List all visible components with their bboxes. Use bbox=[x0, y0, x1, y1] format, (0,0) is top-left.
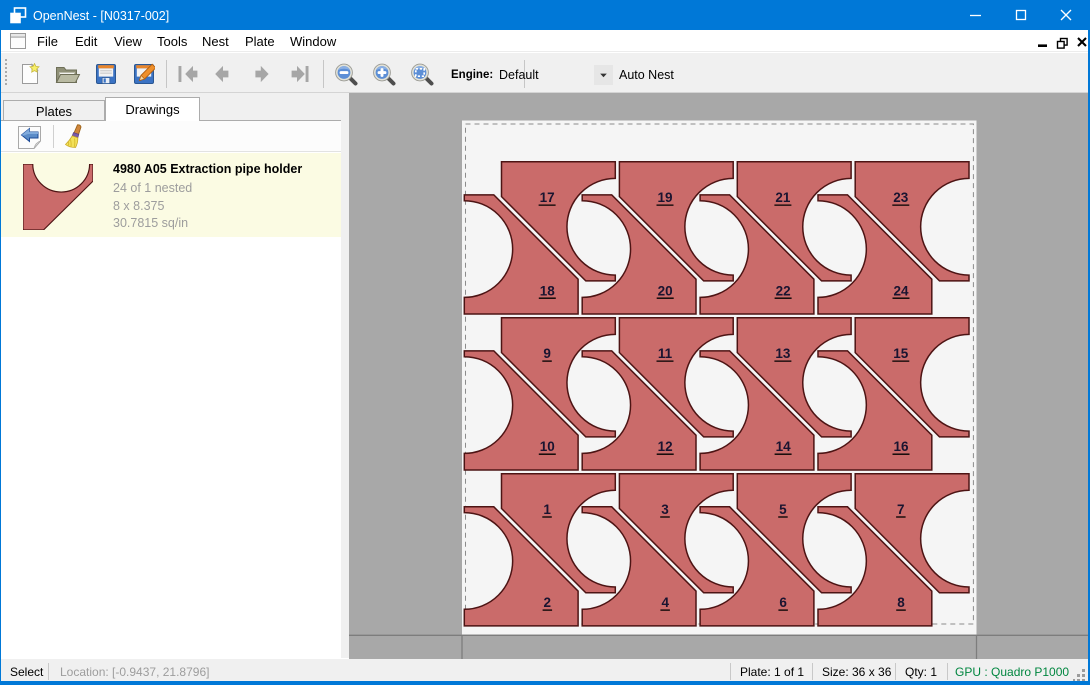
svg-text:23: 23 bbox=[893, 190, 909, 205]
svg-text:2: 2 bbox=[544, 595, 552, 610]
svg-text:21: 21 bbox=[775, 190, 791, 205]
svg-text:22: 22 bbox=[776, 283, 791, 298]
svg-text:10: 10 bbox=[540, 439, 555, 454]
svg-text:18: 18 bbox=[540, 283, 556, 298]
svg-text:12: 12 bbox=[658, 439, 673, 454]
svg-text:13: 13 bbox=[775, 346, 791, 361]
svg-text:9: 9 bbox=[543, 346, 551, 361]
svg-text:8: 8 bbox=[897, 595, 905, 610]
svg-text:4: 4 bbox=[661, 595, 669, 610]
svg-text:17: 17 bbox=[540, 190, 555, 205]
svg-text:16: 16 bbox=[893, 439, 909, 454]
svg-text:14: 14 bbox=[776, 439, 792, 454]
svg-text:7: 7 bbox=[897, 502, 905, 517]
svg-text:19: 19 bbox=[657, 190, 672, 205]
svg-text:3: 3 bbox=[661, 502, 669, 517]
svg-text:6: 6 bbox=[779, 595, 787, 610]
svg-text:20: 20 bbox=[658, 283, 673, 298]
svg-text:15: 15 bbox=[893, 346, 909, 361]
svg-text:11: 11 bbox=[658, 346, 673, 361]
svg-text:5: 5 bbox=[779, 502, 787, 517]
svg-text:24: 24 bbox=[893, 283, 909, 298]
svg-text:1: 1 bbox=[543, 502, 551, 517]
